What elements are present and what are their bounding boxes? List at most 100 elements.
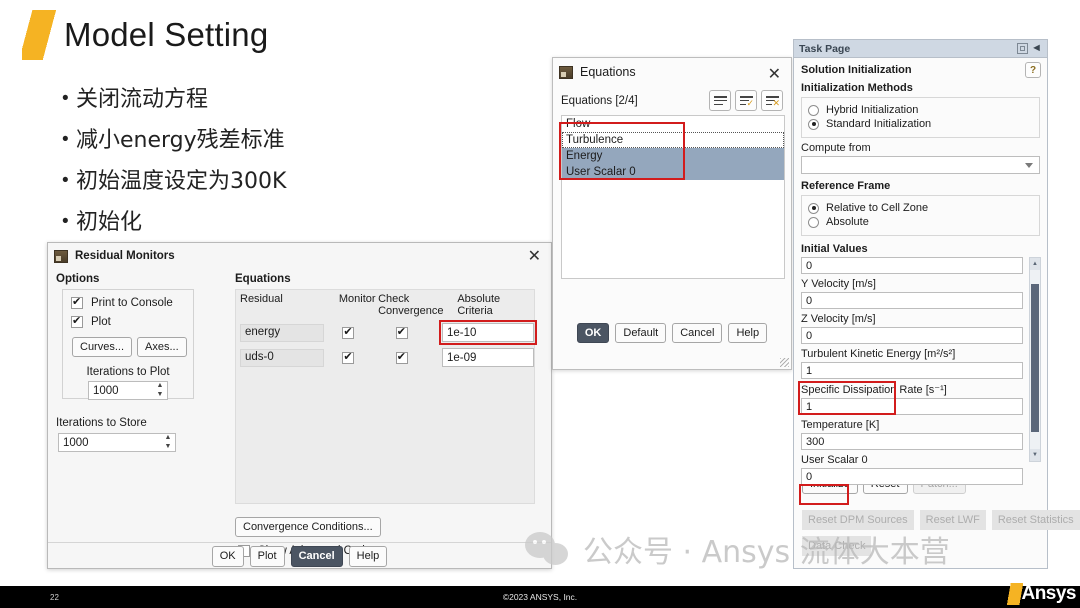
check-convergence-cell[interactable] bbox=[364, 350, 442, 364]
equations-list[interactable]: Flow Turbulence Energy User Scalar 0 bbox=[561, 115, 785, 279]
scroll-down-icon[interactable]: ▼ bbox=[1030, 449, 1040, 461]
data-check-button[interactable]: Data Check bbox=[802, 536, 872, 557]
print-to-console-checkbox[interactable] bbox=[71, 295, 83, 309]
monitor-checkbox[interactable] bbox=[342, 350, 355, 364]
iterations-to-plot-stepper[interactable]: ▲▼ bbox=[88, 381, 168, 401]
relative-to-cell-zone-row[interactable]: Relative to Cell Zone bbox=[808, 202, 1033, 214]
absolute-label: Absolute bbox=[826, 216, 869, 228]
close-icon[interactable]: ✕ bbox=[768, 66, 781, 82]
help-button[interactable]: Help bbox=[728, 323, 768, 344]
iterations-to-plot-label: Iterations to Plot bbox=[86, 366, 170, 379]
z-velocity-input[interactable] bbox=[801, 327, 1023, 344]
initial-values-fields: Y Velocity [m/s] Z Velocity [m/s] Turbul… bbox=[801, 257, 1029, 485]
turbulent-kinetic-energy-input[interactable] bbox=[801, 362, 1023, 379]
check-convergence-checkbox[interactable] bbox=[395, 350, 408, 364]
iterations-to-store-label: Iterations to Store bbox=[56, 417, 147, 429]
bullet-dot-icon: • bbox=[62, 211, 69, 232]
absolute-row[interactable]: Absolute bbox=[808, 216, 1033, 228]
float-panel-icon[interactable] bbox=[1017, 43, 1028, 54]
iterations-to-store-input[interactable] bbox=[58, 433, 176, 452]
compute-from-dropdown[interactable] bbox=[801, 156, 1040, 174]
dialog-body: Options Print to Console Plot Curves... … bbox=[48, 269, 551, 557]
monitor-checkbox[interactable] bbox=[342, 325, 355, 339]
standard-initialization-label: Standard Initialization bbox=[826, 118, 932, 130]
reset-lwf-button[interactable]: Reset LWF bbox=[919, 510, 986, 531]
stepper-arrows-icon[interactable]: ▲ ▼ bbox=[163, 434, 173, 450]
reset-dpm-sources-button[interactable]: Reset DPM Sources bbox=[802, 510, 914, 531]
hybrid-initialization-radio[interactable] bbox=[808, 104, 819, 116]
dialog-title: Residual Monitors bbox=[75, 250, 175, 262]
bullet-text: 减小energy残差标准 bbox=[76, 128, 285, 153]
default-button[interactable]: Default bbox=[615, 323, 667, 344]
reference-frame-group: Relative to Cell Zone Absolute bbox=[801, 195, 1040, 236]
curves-button[interactable]: Curves... bbox=[72, 337, 133, 358]
stepper-arrows-icon[interactable]: ▲ ▼ bbox=[155, 382, 165, 398]
collapse-panel-icon[interactable]: ◄ bbox=[1031, 43, 1042, 54]
select-all-icon[interactable]: ✓ bbox=[735, 90, 757, 111]
initial-values-scrollbar[interactable]: ▲ ▼ bbox=[1029, 257, 1041, 462]
relative-to-cell-zone-radio[interactable] bbox=[808, 202, 819, 214]
close-icon[interactable]: ✕ bbox=[528, 248, 541, 264]
standard-initialization-row[interactable]: Standard Initialization bbox=[808, 118, 1033, 130]
print-to-console-row[interactable]: Print to Console bbox=[71, 295, 193, 309]
cancel-button[interactable]: Cancel bbox=[290, 546, 343, 567]
check-convergence-checkbox[interactable] bbox=[395, 325, 408, 339]
copyright-text: ©2023 ANSYS, Inc. bbox=[502, 592, 578, 602]
ok-button[interactable]: OK bbox=[576, 323, 610, 344]
residual-name-field: energy bbox=[240, 323, 325, 342]
equations-subheader: Equations [2/4] ✓ ✕ bbox=[553, 86, 791, 113]
bullet-text: 初始温度设定为300K bbox=[76, 169, 287, 194]
list-item[interactable]: Turbulence bbox=[562, 132, 784, 148]
print-to-console-label: Print to Console bbox=[91, 297, 173, 309]
help-button[interactable]: Help bbox=[348, 546, 388, 567]
list-view-icon[interactable] bbox=[709, 90, 731, 111]
y-velocity-input[interactable] bbox=[801, 292, 1023, 309]
absolute-radio[interactable] bbox=[808, 216, 819, 228]
user-scalar-0-input[interactable] bbox=[801, 468, 1023, 485]
equations-dialog: Equations ✕ Equations [2/4] ✓ ✕ Flow Tur… bbox=[552, 57, 792, 370]
list-item[interactable]: User Scalar 0 bbox=[562, 164, 784, 180]
reference-frame-label: Reference Frame bbox=[801, 180, 891, 192]
resize-grip-icon[interactable] bbox=[780, 358, 789, 367]
user-scalar-0-label: User Scalar 0 bbox=[801, 454, 868, 466]
axes-button[interactable]: Axes... bbox=[137, 337, 187, 358]
scrollbar-thumb[interactable] bbox=[1031, 284, 1039, 432]
options-label: Options bbox=[56, 273, 100, 285]
list-item[interactable]: Energy bbox=[562, 148, 784, 164]
dialog-footer: OK Default Cancel Help bbox=[553, 323, 791, 344]
ok-button[interactable]: OK bbox=[211, 546, 244, 567]
column-header-monitor: Monitor bbox=[338, 293, 376, 305]
list-item[interactable]: Flow bbox=[562, 116, 784, 132]
convergence-conditions-button[interactable]: Convergence Conditions... bbox=[235, 517, 381, 538]
help-icon[interactable]: ? bbox=[1025, 62, 1041, 78]
plot-button[interactable]: Plot bbox=[249, 546, 285, 567]
equations-count-label: Equations [2/4] bbox=[561, 94, 638, 107]
monitor-cell[interactable] bbox=[324, 325, 363, 339]
standard-initialization-radio[interactable] bbox=[808, 118, 819, 130]
scroll-up-icon[interactable]: ▲ bbox=[1030, 258, 1040, 270]
absolute-criteria-input[interactable] bbox=[439, 320, 538, 345]
chevron-down-icon[interactable] bbox=[1025, 163, 1033, 168]
ansys-logo: Ansys bbox=[1007, 583, 1076, 605]
reset-actions-row: Reset DPM Sources Reset LWF Reset Statis… bbox=[801, 510, 1080, 531]
iterations-to-store-stepper[interactable]: ▲▼ bbox=[58, 433, 176, 452]
plot-label: Plot bbox=[91, 316, 111, 328]
cross-badge: ✕ bbox=[772, 98, 780, 108]
absolute-criteria-input[interactable] bbox=[442, 348, 535, 367]
z-velocity-label: Z Velocity [m/s] bbox=[801, 313, 876, 325]
monitor-cell[interactable] bbox=[324, 350, 363, 364]
plot-checkbox[interactable] bbox=[71, 314, 83, 328]
column-header-residual: Residual bbox=[240, 293, 283, 305]
specific-dissipation-rate-input[interactable] bbox=[801, 398, 1023, 415]
reset-statistics-button[interactable]: Reset Statistics bbox=[991, 510, 1080, 531]
deselect-all-icon[interactable]: ✕ bbox=[761, 90, 783, 111]
plot-row[interactable]: Plot bbox=[71, 314, 193, 328]
task-page-header: Task Page ◄ bbox=[794, 40, 1047, 58]
hybrid-initialization-row[interactable]: Hybrid Initialization bbox=[808, 104, 1033, 116]
dialog-title-bar: Residual Monitors ✕ bbox=[48, 243, 551, 269]
check-convergence-cell[interactable] bbox=[364, 325, 442, 339]
page-title: Model Setting bbox=[64, 16, 269, 53]
x-velocity-input[interactable] bbox=[801, 257, 1023, 274]
temperature-input[interactable] bbox=[801, 433, 1023, 450]
cancel-button[interactable]: Cancel bbox=[672, 323, 723, 344]
